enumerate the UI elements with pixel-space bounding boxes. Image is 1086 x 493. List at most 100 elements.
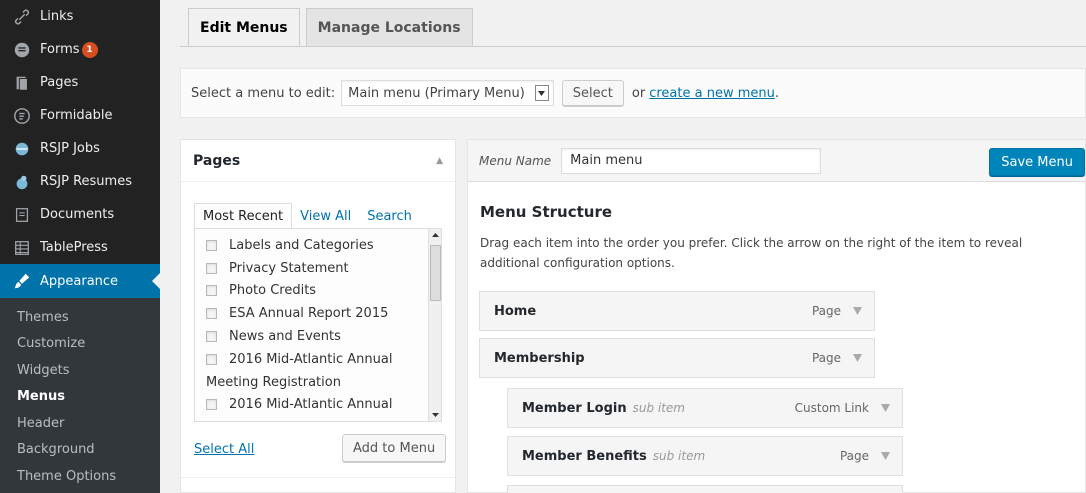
link-icon xyxy=(12,7,32,27)
sub-item-label: sub item xyxy=(632,401,685,415)
sidebar-item-links[interactable]: Links xyxy=(0,0,160,33)
checkbox[interactable] xyxy=(206,285,217,297)
notification-badge: 1 xyxy=(81,41,98,58)
menu-editor: Menu Name Main menu Save Menu Menu Struc… xyxy=(467,139,1086,493)
submenu-item-themes[interactable]: Themes xyxy=(0,304,160,331)
add-to-menu-button[interactable]: Add to Menu xyxy=(342,434,447,462)
checkbox[interactable] xyxy=(206,399,217,411)
select-all-link[interactable]: Select All xyxy=(194,442,254,457)
submenu-item-theme-options[interactable]: Theme Options xyxy=(0,463,160,490)
pages-checklist: Labels and Categories Privacy Statement … xyxy=(194,228,442,422)
submenu-item-header[interactable]: Header xyxy=(0,410,160,437)
menu-item-title: Home xyxy=(494,303,537,319)
list-item-label: Labels and Categories xyxy=(229,237,374,253)
sidebar-item-documents[interactable]: Documents xyxy=(0,198,160,231)
pages-metabox: Pages ▲ Most Recent View All Search Labe… xyxy=(180,139,456,493)
select-menu-label: Select a menu to edit: xyxy=(191,85,336,101)
sidebar-item-rsjp-resumes[interactable]: RSJP Resumes xyxy=(0,165,160,198)
menu-item-member-benefits[interactable]: Member Benefits sub item Page xyxy=(507,436,903,476)
sidebar-item-label: Formidable xyxy=(40,108,113,123)
menu-select-value: Main menu (Primary Menu) xyxy=(348,85,525,101)
appearance-icon xyxy=(12,271,32,291)
scroll-down-icon[interactable] xyxy=(429,409,441,421)
tab-edit-menus[interactable]: Edit Menus xyxy=(188,8,300,46)
scrollbar-thumb[interactable] xyxy=(430,245,441,301)
sidebar-item-pages[interactable]: Pages xyxy=(0,66,160,99)
submenu-item-widgets[interactable]: Widgets xyxy=(0,357,160,384)
expand-arrow-icon[interactable] xyxy=(881,404,890,412)
manage-menus-bar: Select a menu to edit: Main menu (Primar… xyxy=(180,68,1086,118)
list-item-label: 2016 Mid-Atlantic Annual xyxy=(229,351,393,367)
menu-item-home[interactable]: Home Page xyxy=(479,291,875,331)
or-text: or xyxy=(631,85,646,101)
checkbox[interactable] xyxy=(206,308,217,320)
metabox-divider xyxy=(181,477,455,478)
sidebar-item-label: Links xyxy=(40,9,74,24)
checkbox[interactable] xyxy=(206,239,217,251)
tab-divider xyxy=(180,46,1086,47)
sidebar-item-label: RSJP Resumes xyxy=(40,174,132,189)
tab-most-recent[interactable]: Most Recent xyxy=(194,203,293,229)
period-text: . xyxy=(774,85,779,101)
list-item[interactable]: Labels and Categories xyxy=(195,234,441,257)
tab-manage-locations[interactable]: Manage Locations xyxy=(305,8,473,46)
admin-sidebar: Links Forms 1 Pages Formidable RSJP Jobs… xyxy=(0,0,160,493)
scroll-up-icon[interactable] xyxy=(429,229,441,241)
menu-editor-header: Menu Name Main menu Save Menu xyxy=(468,140,1085,182)
list-item[interactable]: 2016 Mid-Atlantic Annual xyxy=(195,348,441,371)
pages-icon xyxy=(12,73,32,93)
chevron-down-icon xyxy=(534,85,549,101)
sidebar-item-tablepress[interactable]: TablePress xyxy=(0,231,160,264)
sidebar-item-formidable[interactable]: Formidable xyxy=(0,99,160,132)
pages-metabox-title: Pages xyxy=(193,152,241,169)
collapse-arrow-icon[interactable]: ▲ xyxy=(436,156,443,166)
menu-item-type: Page xyxy=(839,449,869,463)
menu-name-input[interactable]: Main menu xyxy=(561,147,822,174)
submenu-item-customize[interactable]: Customize xyxy=(0,331,160,358)
pages-tabs: Most Recent View All Search xyxy=(194,203,420,229)
list-item-label: ESA Annual Report 2015 xyxy=(229,306,389,322)
sidebar-item-appearance[interactable]: Appearance xyxy=(0,264,160,298)
checklist-scrollbar[interactable] xyxy=(428,229,441,421)
resumes-icon xyxy=(12,172,32,192)
checkbox[interactable] xyxy=(206,331,217,343)
sidebar-item-label: RSJP Jobs xyxy=(40,141,100,156)
menu-item-partial[interactable] xyxy=(507,485,903,493)
tablepress-icon xyxy=(12,238,32,258)
menu-structure-title: Menu Structure xyxy=(480,203,613,221)
tab-view-all[interactable]: View All xyxy=(292,203,359,229)
formidable-icon xyxy=(12,106,32,126)
save-menu-button[interactable]: Save Menu xyxy=(989,148,1085,176)
menu-name-label: Menu Name xyxy=(479,153,552,168)
checkbox[interactable] xyxy=(206,262,217,274)
sidebar-item-forms[interactable]: Forms 1 xyxy=(0,33,160,66)
list-item[interactable]: ESA Annual Report 2015 xyxy=(195,302,441,325)
list-item[interactable]: News and Events xyxy=(195,325,441,348)
submenu-item-menus[interactable]: Menus xyxy=(0,384,160,411)
checkbox[interactable] xyxy=(206,353,217,365)
sidebar-item-rsjp-jobs[interactable]: RSJP Jobs xyxy=(0,132,160,165)
pages-metabox-header[interactable]: Pages ▲ xyxy=(181,140,455,182)
forms-icon xyxy=(12,40,32,60)
tab-search[interactable]: Search xyxy=(359,203,420,229)
list-item[interactable]: Photo Credits xyxy=(195,280,441,303)
expand-arrow-icon[interactable] xyxy=(881,452,890,460)
list-item-label: News and Events xyxy=(229,329,341,345)
list-item[interactable]: Privacy Statement xyxy=(195,257,441,280)
documents-icon xyxy=(12,205,32,225)
menu-item-member-login[interactable]: Member Login sub item Custom Link xyxy=(507,388,903,428)
select-button[interactable]: Select xyxy=(561,80,624,106)
menu-item-type: Custom Link xyxy=(794,401,869,415)
menu-item-title: Member Benefits xyxy=(522,448,647,464)
create-new-menu-link[interactable]: create a new menu xyxy=(649,86,775,101)
list-item-label: Privacy Statement xyxy=(229,260,349,276)
menu-item-title: Membership xyxy=(494,350,585,366)
expand-arrow-icon[interactable] xyxy=(853,354,862,362)
sidebar-item-label: Forms xyxy=(40,42,80,57)
expand-arrow-icon[interactable] xyxy=(853,307,862,315)
menu-item-membership[interactable]: Membership Page xyxy=(479,338,875,378)
submenu-item-background[interactable]: Background xyxy=(0,437,160,464)
list-item[interactable]: 2016 Mid-Atlantic Annual xyxy=(195,394,441,417)
sidebar-item-label: Documents xyxy=(40,207,115,222)
menu-select-dropdown[interactable]: Main menu (Primary Menu) xyxy=(341,80,554,106)
